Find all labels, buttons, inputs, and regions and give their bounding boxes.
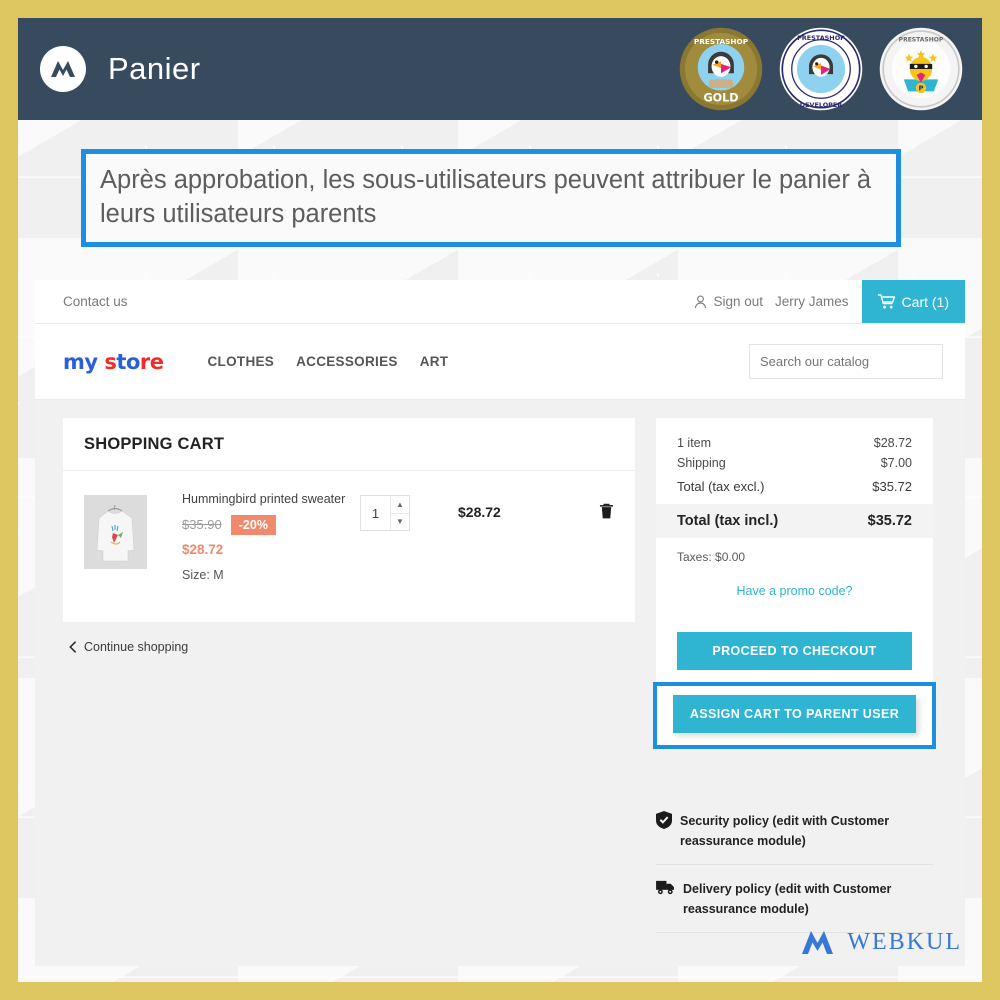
svg-text:PRESTASHOP: PRESTASHOP: [899, 36, 944, 43]
product-old-price: $35.90: [182, 517, 222, 533]
svg-text:GOLD: GOLD: [703, 92, 738, 105]
storefront-page: Contact us Sign out Jerry James Cart (1)…: [35, 280, 965, 966]
discount-badge: -20%: [230, 514, 276, 535]
line-item-total: $28.72: [458, 504, 501, 520]
proceed-to-checkout-button[interactable]: PROCEED TO CHECKOUT: [677, 632, 912, 670]
quantity-input[interactable]: [361, 505, 390, 521]
summary-items-value: $28.72: [873, 436, 912, 450]
summary-column: 1 item $28.72 Shipping $7.00 Total (tax …: [653, 418, 936, 933]
product-details: Hummingbird printed sweater $35.90 -20% …: [182, 491, 350, 582]
store-logo-letter: y: [84, 349, 98, 374]
checkout-actions: PROCEED TO CHECKOUT: [656, 614, 933, 670]
nav-item-accessories[interactable]: ACCESSORIES: [296, 354, 398, 369]
shopping-cart-title: SHOPPING CART: [84, 434, 225, 453]
webkul-watermark-text: WEBKUL: [847, 929, 962, 955]
svg-text:DEVELOPER: DEVELOPER: [800, 101, 843, 109]
reassurance-item-security: Security policy (edit with Customer reas…: [656, 797, 933, 865]
store-header: my store CLOTHES ACCESSORIES ART: [35, 324, 965, 400]
store-logo-letter: m: [63, 349, 85, 374]
svg-text:PRESTASHOP: PRESTASHOP: [694, 37, 749, 46]
nav-item-clothes[interactable]: CLOTHES: [208, 354, 275, 369]
summary-row-shipping: Shipping $7.00: [677, 456, 912, 470]
continue-shopping-link[interactable]: Continue shopping: [69, 640, 635, 654]
assign-cart-to-parent-user-button[interactable]: ASSIGN CART TO PARENT USER: [673, 695, 916, 733]
search-box[interactable]: [749, 344, 943, 379]
summary-row-total-excl: Total (tax excl.) $35.72: [677, 479, 912, 494]
total-incl-value: $35.72: [867, 513, 912, 529]
sign-out-label: Sign out: [713, 294, 764, 309]
quantity-decrease-icon[interactable]: ▼: [391, 514, 409, 531]
trash-icon[interactable]: [599, 502, 614, 582]
summary-shipping-label: Shipping: [677, 456, 726, 470]
search-input[interactable]: [760, 354, 936, 369]
partner-badges: PRESTASHOP GOLD PRESTASHOP DEVELOPER P P…: [678, 26, 964, 112]
continue-shopping-label: Continue shopping: [84, 639, 189, 654]
shopping-cart-header: SHOPPING CART: [63, 418, 635, 471]
cart-column: SHOPPING CART Hummingbird printed sweate…: [63, 418, 635, 933]
taxes-line: Taxes: $0.00: [677, 550, 746, 564]
svg-text:PRESTASHOP: PRESTASHOP: [797, 34, 845, 42]
reassurance-delivery-text: Delivery policy (edit with Customer reas…: [683, 882, 892, 916]
summary-row-total-incl: Total (tax incl.) $35.72: [656, 504, 933, 538]
cart-button[interactable]: Cart (1): [861, 280, 965, 323]
svg-text:P: P: [918, 85, 923, 93]
store-logo-letter: e: [149, 349, 164, 374]
order-summary-card: 1 item $28.72 Shipping $7.00 Total (tax …: [653, 418, 936, 749]
prestashop-module-developer-badge: PRESTASHOP DEVELOPER: [779, 27, 863, 111]
reassurance-security-text: Security policy (edit with Customer reas…: [680, 814, 890, 848]
quantity-stepper[interactable]: ▲ ▼: [360, 495, 410, 531]
annotation-caption-text: Après approbation, les sous-utilisateurs…: [100, 166, 872, 228]
store-logo-letter: o: [125, 349, 140, 374]
contact-us-link[interactable]: Contact us: [63, 294, 128, 309]
assign-cart-highlight: ASSIGN CART TO PARENT USER: [653, 682, 936, 749]
main-navigation: CLOTHES ACCESSORIES ART: [208, 354, 449, 369]
store-logo-letter: s: [104, 349, 117, 374]
app-header: Panier PRESTASHOP GOLD PRESTASHOP DEVELO…: [18, 18, 982, 120]
summary-shipping-value: $7.00: [880, 456, 912, 470]
utility-nav: Contact us Sign out Jerry James Cart (1): [35, 280, 965, 324]
customer-reassurance-block: Security policy (edit with Customer reas…: [656, 797, 933, 933]
product-new-price: $28.72: [182, 541, 224, 557]
user-icon: [695, 294, 707, 308]
page-title: Panier: [108, 51, 201, 86]
product-size: Size: M: [182, 567, 224, 582]
total-excl-label: Total (tax excl.): [677, 479, 765, 494]
cart-icon: [877, 294, 895, 309]
nav-item-art[interactable]: ART: [420, 354, 449, 369]
cart-content: SHOPPING CART Hummingbird printed sweate…: [35, 400, 965, 933]
summary-row-items: 1 item $28.72: [677, 436, 912, 450]
truck-icon: [656, 880, 674, 895]
shield-check-icon: [656, 811, 672, 829]
total-incl-label: Total (tax incl.): [677, 513, 779, 529]
product-price-row: $35.90 -20%: [182, 514, 350, 535]
user-name[interactable]: Jerry James: [775, 294, 849, 309]
product-name[interactable]: Hummingbird printed sweater: [182, 491, 350, 508]
annotation-caption-box: Après approbation, les sous-utilisateurs…: [81, 149, 901, 247]
product-thumbnail[interactable]: [84, 495, 147, 569]
utility-nav-right: Sign out Jerry James Cart (1): [694, 280, 965, 323]
promo-code-link[interactable]: Have a promo code?: [677, 584, 912, 598]
screenshot-frame: Panier PRESTASHOP GOLD PRESTASHOP DEVELO…: [18, 18, 982, 982]
cart-button-label: Cart (1): [901, 293, 949, 310]
quantity-arrows: ▲ ▼: [390, 496, 409, 530]
prestashop-partner-gold-badge: PRESTASHOP GOLD: [679, 27, 763, 111]
prestashop-super-hero-seller-badge: P PRESTASHOP: [879, 27, 963, 111]
sign-out-link[interactable]: Sign out: [694, 294, 763, 309]
store-logo-letter: r: [139, 349, 150, 374]
webkul-mark-icon: [802, 931, 834, 954]
webkul-logo-icon: [40, 46, 86, 92]
cart-item-row: Hummingbird printed sweater $35.90 -20% …: [63, 471, 635, 622]
summary-items-label: 1 item: [677, 436, 712, 450]
total-excl-value: $35.72: [872, 479, 912, 494]
order-summary: 1 item $28.72 Shipping $7.00 Total (tax …: [656, 418, 933, 614]
quantity-increase-icon[interactable]: ▲: [391, 496, 409, 514]
chevron-left-icon: [69, 641, 76, 653]
store-logo-letter: t: [116, 349, 126, 374]
shopping-cart-card: SHOPPING CART Hummingbird printed sweate…: [63, 418, 635, 622]
webkul-watermark: WEBKUL: [800, 929, 962, 956]
store-logo[interactable]: my store: [63, 350, 164, 374]
reassurance-item-delivery: Delivery policy (edit with Customer reas…: [656, 865, 933, 933]
